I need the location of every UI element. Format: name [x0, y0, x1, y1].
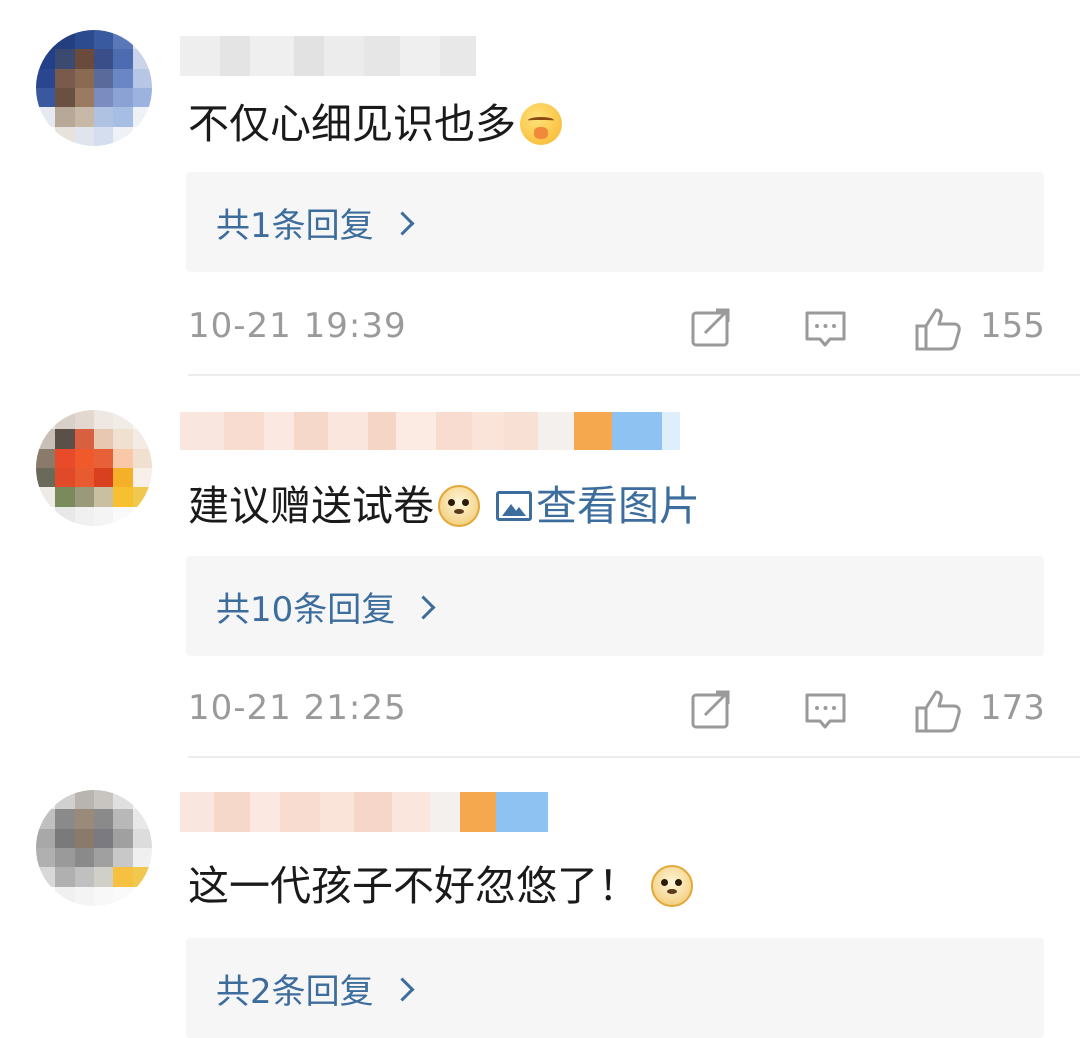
comment-text-body: 建议赠送试卷 [188, 482, 434, 530]
comment-icon[interactable] [804, 688, 848, 736]
replies-label: 共10条回复 [216, 589, 396, 630]
replies-link[interactable]: 共2条回复 [186, 938, 1044, 1038]
doge-emoji-icon [651, 865, 693, 907]
timestamp: 10-21 19:39 [188, 306, 407, 346]
chevron-right-icon [411, 594, 436, 620]
comment-text: 建议赠送试卷 查看图片 [188, 478, 700, 534]
divider [188, 374, 1080, 376]
username-blurred[interactable] [180, 412, 680, 450]
doge-emoji-icon [438, 485, 480, 527]
replies-link[interactable]: 共10条回复 [186, 556, 1044, 656]
comment-meta: 10-21 21:25 173 [0, 680, 1080, 740]
comment-text-body: 不仅心细见识也多 [188, 100, 516, 148]
view-image-label: 查看图片 [536, 482, 700, 530]
divider [188, 756, 1080, 758]
image-icon [496, 491, 532, 521]
share-icon[interactable] [690, 688, 734, 736]
username-blurred[interactable] [180, 792, 548, 832]
chevron-right-icon [390, 210, 415, 236]
shushing-face-emoji-icon [520, 103, 562, 145]
avatar[interactable] [36, 410, 152, 526]
thumbs-up-icon[interactable] [914, 688, 962, 738]
share-icon[interactable] [690, 306, 734, 354]
username-blurred[interactable] [180, 36, 476, 76]
like-count: 173 [980, 688, 1045, 728]
timestamp: 10-21 21:25 [188, 688, 407, 728]
comment-text-body: 这一代孩子不好忽悠了！ [188, 862, 639, 910]
replies-label: 共1条回复 [216, 205, 374, 246]
avatar[interactable] [36, 30, 152, 146]
like-count: 155 [980, 306, 1045, 346]
avatar[interactable] [36, 790, 152, 906]
comment-meta: 10-21 19:39 155 [0, 298, 1080, 358]
chevron-right-icon [390, 976, 415, 1002]
view-image-link[interactable]: 查看图片 [496, 478, 700, 534]
thumbs-up-icon[interactable] [914, 306, 962, 356]
replies-link[interactable]: 共1条回复 [186, 172, 1044, 272]
replies-label: 共2条回复 [216, 971, 374, 1012]
comment-text: 这一代孩子不好忽悠了！ [188, 858, 693, 914]
comment-text: 不仅心细见识也多 [188, 96, 562, 152]
comment-icon[interactable] [804, 306, 848, 354]
